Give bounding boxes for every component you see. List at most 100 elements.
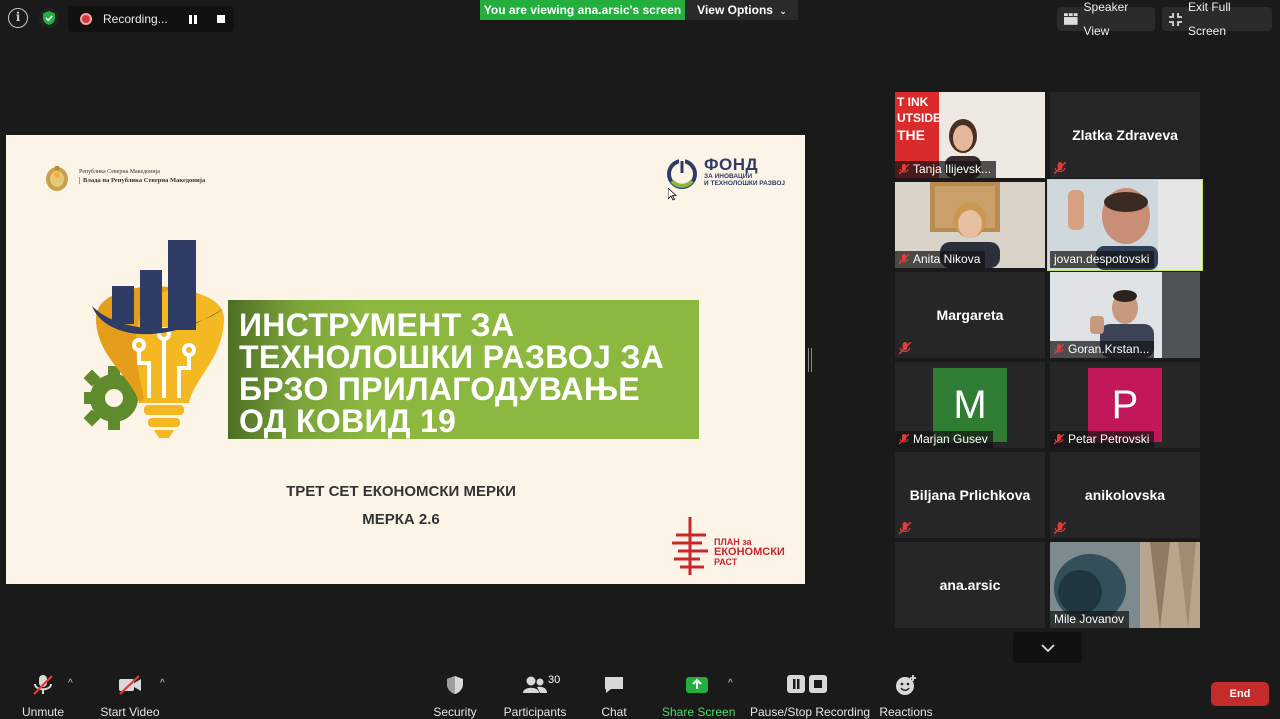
plan-growth-text: ПЛАН за ЕКОНОМСКИ РАСТ [714, 537, 785, 567]
gov-line2: Влада на Република Северна Македонија [79, 177, 205, 184]
participant-name: Petar Petrovski [1068, 432, 1150, 446]
chat-button[interactable]: Chat [594, 674, 634, 719]
fond-power-logo-icon [667, 159, 697, 189]
gov-line1: Република Северна Македонија [79, 169, 160, 175]
end-meeting-button[interactable]: End [1211, 682, 1269, 706]
reactions-label: Reactions [879, 705, 933, 719]
slide-subtitle-1: ТРЕТ СЕТ ЕКОНОМСКИ МЕРКИ [286, 483, 516, 500]
title-line-4: ОД КОВИД 19 [239, 403, 457, 439]
exit-full-screen-label: Exit Full Screen [1188, 0, 1231, 38]
pause-recording-icon[interactable] [189, 14, 197, 24]
participants-label: Participants [503, 705, 567, 719]
speaker-view-button[interactable]: Speaker View [1057, 0, 1155, 38]
panel-resize-handle[interactable] [808, 348, 812, 372]
participant-name: jovan.despotovski [1054, 252, 1150, 266]
fond-sub-line1: ЗА ИНОВАЦИИ [704, 173, 753, 180]
muted-mic-icon [1054, 344, 1064, 355]
svg-text:THE: THE [897, 127, 925, 143]
security-label: Security [433, 705, 477, 719]
chevron-down-icon [1040, 643, 1055, 652]
meeting-info-icon[interactable]: i [8, 8, 28, 28]
participant-name-label: Mile Jovanov [1050, 611, 1130, 628]
security-shield-icon [447, 676, 463, 694]
participants-icon [523, 676, 547, 693]
chat-label: Chat [601, 705, 627, 719]
video-off-icon [119, 675, 141, 695]
mouse-cursor-icon [668, 188, 677, 201]
muted-mic-icon [899, 522, 911, 535]
chevron-down-icon: ⌄ [779, 6, 787, 16]
recording-label: Recording... [103, 12, 168, 26]
gallery-scroll-down-button[interactable] [1013, 632, 1082, 663]
video-options-caret-icon[interactable]: ^ [160, 678, 165, 689]
participant-tile[interactable]: Mile Jovanov [1050, 542, 1200, 628]
fond-subtitle: ЗА ИНОВАЦИИ И ТЕХНОЛОШКИ РАЗВОЈ [704, 173, 785, 187]
view-options-button[interactable]: View Options ⌄ [686, 0, 798, 20]
participant-name-label: Anita Nikova [895, 251, 986, 268]
participant-tile[interactable]: P Petar Petrovski [1050, 362, 1200, 448]
participant-name-label: Marjan Gusev [895, 431, 993, 448]
encryption-shield-icon[interactable] [38, 7, 60, 29]
reactions-button[interactable]: Reactions [878, 674, 934, 719]
participant-name: anikolovska [1084, 487, 1166, 503]
exit-full-screen-icon [1169, 12, 1182, 26]
pause-stop-recording-label: Pause/Stop Recording [750, 705, 871, 719]
muted-mic-icon [899, 164, 909, 175]
recording-dot-icon [80, 13, 92, 25]
participant-tile[interactable]: T INK UTSIDE THE Tanja Ilijevsk... [895, 92, 1045, 178]
participant-name: Tanja Ilijevsk... [913, 162, 992, 176]
meeting-controls-bar [0, 664, 1280, 719]
participant-name: Margareta [936, 307, 1004, 323]
participant-name-label: jovan.despotovski [1050, 251, 1155, 268]
participant-tile[interactable]: Margareta [895, 272, 1045, 358]
participant-tile[interactable]: anikolovska [1050, 452, 1200, 538]
participants-button[interactable]: 30 Participants [503, 674, 567, 719]
participant-tile-active-speaker[interactable]: jovan.despotovski [1047, 179, 1203, 271]
participant-tile[interactable]: M Marjan Gusev [895, 362, 1045, 448]
pause-stop-recording-icon [787, 675, 827, 693]
exit-full-screen-button[interactable]: Exit Full Screen [1162, 0, 1272, 38]
participant-name: Mile Jovanov [1054, 612, 1125, 626]
muted-mic-icon [899, 342, 911, 355]
unmute-button[interactable]: Unmute [16, 674, 70, 719]
muted-mic-icon [899, 254, 909, 265]
speaker-view-icon [1064, 13, 1078, 25]
participant-name-label: Tanja Ilijevsk... [895, 161, 997, 178]
participant-tile[interactable]: Zlatka Zdraveva [1050, 92, 1200, 178]
participant-tile[interactable]: Biljana Prlichkova [895, 452, 1045, 538]
plan-line2: ЕКОНОМСКИ [714, 546, 785, 558]
share-screen-button[interactable]: Share Screen [662, 674, 735, 719]
share-options-caret-icon[interactable]: ^ [728, 678, 733, 689]
muted-microphone-icon [33, 675, 53, 695]
audio-options-caret-icon[interactable]: ^ [68, 678, 73, 689]
participant-name: Marjan Gusev [913, 432, 988, 446]
fond-title: ФОНД [704, 155, 759, 174]
lightbulb-chart-icon [84, 240, 224, 438]
muted-mic-icon [1054, 434, 1064, 445]
participant-name: Anita Nikova [913, 252, 981, 266]
viewing-screen-banner: You are viewing ana.arsic's screen [480, 0, 685, 20]
shared-screen[interactable]: Република Северна Македонија Влада на Ре… [6, 135, 805, 584]
muted-mic-icon [899, 434, 909, 445]
government-header: Република Северна Македонија Влада на Ре… [79, 169, 205, 184]
security-button[interactable]: Security [430, 674, 480, 719]
svg-text:T INK: T INK [897, 95, 929, 109]
speaker-view-label: Speaker View [1083, 0, 1129, 38]
participant-name: ana.arsic [939, 577, 1001, 593]
chat-bubble-icon [605, 677, 623, 693]
stop-recording-icon[interactable] [217, 15, 225, 23]
fond-sub-line2: И ТЕХНОЛОШКИ РАЗВОЈ [704, 180, 786, 187]
participant-tile[interactable]: ana.arsic [895, 542, 1045, 628]
participant-tile[interactable]: Anita Nikova [895, 182, 1045, 268]
plan-line3: РАСТ [714, 557, 738, 567]
start-video-button[interactable]: Start Video [98, 674, 162, 719]
participant-name-label: Petar Petrovski [1050, 431, 1155, 448]
participant-name: Zlatka Zdraveva [1072, 127, 1178, 143]
plan-growth-logo-icon [672, 517, 708, 575]
participant-name: Biljana Prlichkova [909, 487, 1031, 503]
unmute-label: Unmute [21, 705, 65, 719]
participant-tile[interactable]: Goran.Krstan... [1050, 272, 1200, 358]
participant-name: Goran.Krstan... [1068, 342, 1150, 356]
pause-stop-recording-button[interactable]: Pause/Stop Recording [750, 674, 871, 719]
participant-name-label: Goran.Krstan... [1050, 341, 1155, 358]
